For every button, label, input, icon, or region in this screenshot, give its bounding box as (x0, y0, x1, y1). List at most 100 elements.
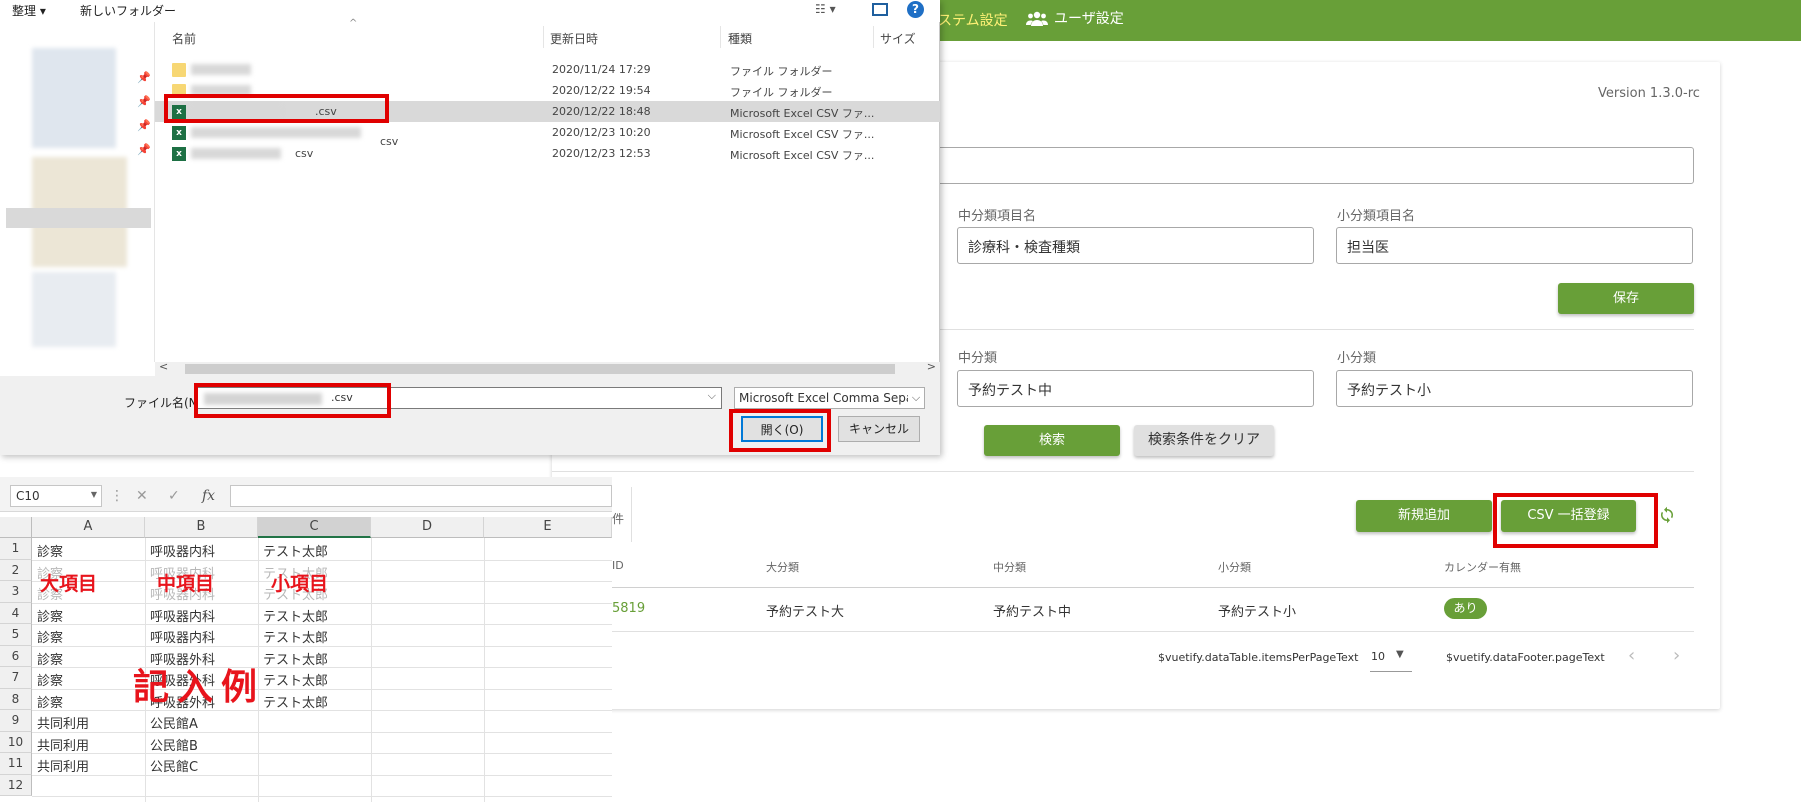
sheet-cell[interactable]: テスト太郎 (263, 649, 328, 668)
small-category-search-input[interactable]: 予約テスト小 (1336, 370, 1693, 407)
sheet-cell[interactable]: 呼吸器内科 (150, 541, 215, 560)
select-all-corner[interactable] (0, 517, 32, 538)
sheet-cell[interactable]: 公民館A (150, 713, 198, 732)
selected-file-highlight (164, 94, 389, 123)
column-header-selected[interactable]: C (258, 517, 371, 538)
sheet-cell[interactable]: 公民館C (150, 756, 198, 775)
excel-sheet: C10 ▼ ⋮ ✕ ✓ fx A B C D E 1 診察 呼吸器内科 テスト太郎 2 診察… (0, 477, 612, 802)
enter-icon[interactable]: ✓ (168, 488, 180, 504)
sheet-cell[interactable]: テスト太郎 (263, 541, 328, 560)
sheet-cell[interactable]: 診察 (37, 692, 63, 711)
sheet-cell[interactable]: 診察 (37, 541, 63, 560)
row-header[interactable]: 10 (0, 731, 32, 753)
mid-category-name-input[interactable]: 診療科・検査種類 (957, 227, 1314, 264)
clear-search-button[interactable]: 検索条件をクリア (1134, 425, 1274, 456)
sheet-cell[interactable]: 共同利用 (37, 735, 89, 754)
function-icon[interactable]: fx (202, 488, 215, 504)
file-row[interactable]: 2020/11/24 17:29 ファイル フォルダー (155, 59, 940, 80)
file-row[interactable]: x csv 2020/12/23 12:53 Microsoft Excel CSV … (155, 143, 940, 164)
cancel-icon[interactable]: ✕ (136, 488, 148, 504)
row-header[interactable]: 11 (0, 753, 32, 775)
sheet-cell[interactable]: 共同利用 (37, 713, 89, 732)
column-header[interactable]: A (32, 517, 145, 538)
next-page-icon[interactable]: › (1673, 645, 1680, 666)
small-category-name-input[interactable]: 担当医 (1336, 227, 1693, 264)
sheet-cell[interactable]: 公民館B (150, 735, 198, 754)
row-header[interactable]: 5 (0, 624, 32, 646)
scroll-left-icon[interactable]: < (159, 360, 168, 373)
row-header[interactable]: 3 (0, 581, 32, 603)
file-list[interactable]: ^ 名前 更新日時 種類 サイズ 2020/11/24 17:29 ファイル フォ… (155, 18, 940, 362)
formula-input[interactable] (230, 485, 612, 507)
refresh-icon[interactable] (1658, 506, 1676, 524)
column-header[interactable]: E (484, 517, 612, 538)
column-separator[interactable] (873, 26, 874, 48)
save-button[interactable]: 保存 (1558, 283, 1694, 314)
help-icon[interactable]: ? (907, 1, 924, 18)
row-header[interactable]: 1 (0, 538, 32, 560)
row-header[interactable]: 4 (0, 602, 32, 624)
column-header-calendar[interactable]: カレンダー有無 (1444, 559, 1521, 575)
column-header-size[interactable]: サイズ (880, 30, 916, 47)
file-type-select[interactable]: Microsoft Excel Comma Separated ⌵ (734, 387, 925, 409)
row-header[interactable]: 7 (0, 667, 32, 689)
scrollbar-thumb[interactable] (185, 364, 895, 374)
sheet-cell[interactable]: 呼吸器内科 (150, 606, 215, 625)
sheet-cell[interactable]: 呼吸器内科 (150, 627, 215, 646)
excel-icon: x (172, 147, 186, 161)
column-header-name[interactable]: 名前 (172, 30, 196, 47)
new-item-button[interactable]: 新規追加 (1356, 500, 1492, 532)
new-folder-button[interactable]: 新しいフォルダー (80, 2, 176, 19)
chevron-down-icon: ▼ (1396, 649, 1404, 660)
column-header-mid[interactable]: 中分類 (993, 559, 1026, 575)
gridline (484, 538, 485, 802)
row-id-link[interactable]: 5819 (612, 601, 645, 616)
sheet-cell[interactable]: 診察 (37, 606, 63, 625)
row-header[interactable]: 6 (0, 645, 32, 667)
cancel-button[interactable]: キャンセル (838, 416, 920, 442)
sheet-cell[interactable]: テスト太郎 (263, 692, 328, 711)
nav-system-settings[interactable]: ステム設定 (938, 10, 1008, 30)
scroll-right-icon[interactable]: > (927, 360, 936, 373)
column-header-small[interactable]: 小分類 (1218, 559, 1251, 575)
more-icon: ⋮ (110, 488, 124, 504)
row-header[interactable]: 2 (0, 559, 32, 581)
nav-user-settings[interactable]: ユーザ設定 (1026, 8, 1124, 28)
sheet-cell[interactable]: 共同利用 (37, 756, 89, 775)
sheet-cell[interactable]: テスト太郎 (263, 670, 328, 689)
sheet-cell[interactable]: 診察 (37, 670, 63, 689)
sheet-cell[interactable]: テスト太郎 (263, 627, 328, 646)
chevron-down-icon[interactable]: ⌵ (708, 389, 716, 403)
mid-category-search-input[interactable]: 予約テスト中 (957, 370, 1314, 407)
prev-page-icon[interactable]: ‹ (1628, 645, 1635, 666)
file-row[interactable]: x csv 2020/12/23 10:20 Microsoft Excel CSV … (155, 122, 940, 148)
gridline (32, 753, 612, 754)
small-category-search-label: 小分類 (1337, 351, 1377, 366)
column-separator[interactable] (543, 26, 544, 48)
nav-selected-item[interactable] (6, 208, 151, 228)
name-box[interactable]: C10 ▼ (10, 485, 102, 507)
view-options-icon[interactable]: ☷ ▾ (815, 2, 836, 16)
column-header[interactable]: B (145, 517, 258, 538)
preview-pane-icon[interactable] (872, 3, 888, 16)
column-header-id[interactable]: ID (612, 559, 624, 572)
result-count-suffix: 件 (612, 512, 625, 526)
sheet-cell[interactable]: テスト太郎 (263, 606, 328, 625)
pin-icon: 📌 (137, 119, 151, 132)
horizontal-scrollbar[interactable]: < > (155, 360, 940, 376)
sheet-cell[interactable]: 診察 (37, 627, 63, 646)
file-type: ファイル フォルダー (730, 86, 833, 99)
search-button[interactable]: 検索 (984, 425, 1120, 456)
row-header[interactable]: 8 (0, 688, 32, 710)
organize-menu[interactable]: 整理 ▾ (12, 2, 46, 19)
navigation-pane[interactable]: 📌 📌 📌 📌 (0, 22, 155, 362)
items-per-page-select[interactable]: 10 ▼ (1370, 646, 1412, 672)
column-header[interactable]: D (371, 517, 484, 538)
column-header-date[interactable]: 更新日時 (550, 30, 598, 47)
row-header[interactable]: 9 (0, 710, 32, 732)
column-header-large[interactable]: 大分類 (766, 559, 799, 575)
row-header[interactable]: 12 (0, 774, 32, 796)
column-header-type[interactable]: 種類 (728, 30, 752, 47)
sheet-cell[interactable]: 診察 (37, 649, 63, 668)
column-separator[interactable] (720, 26, 721, 48)
